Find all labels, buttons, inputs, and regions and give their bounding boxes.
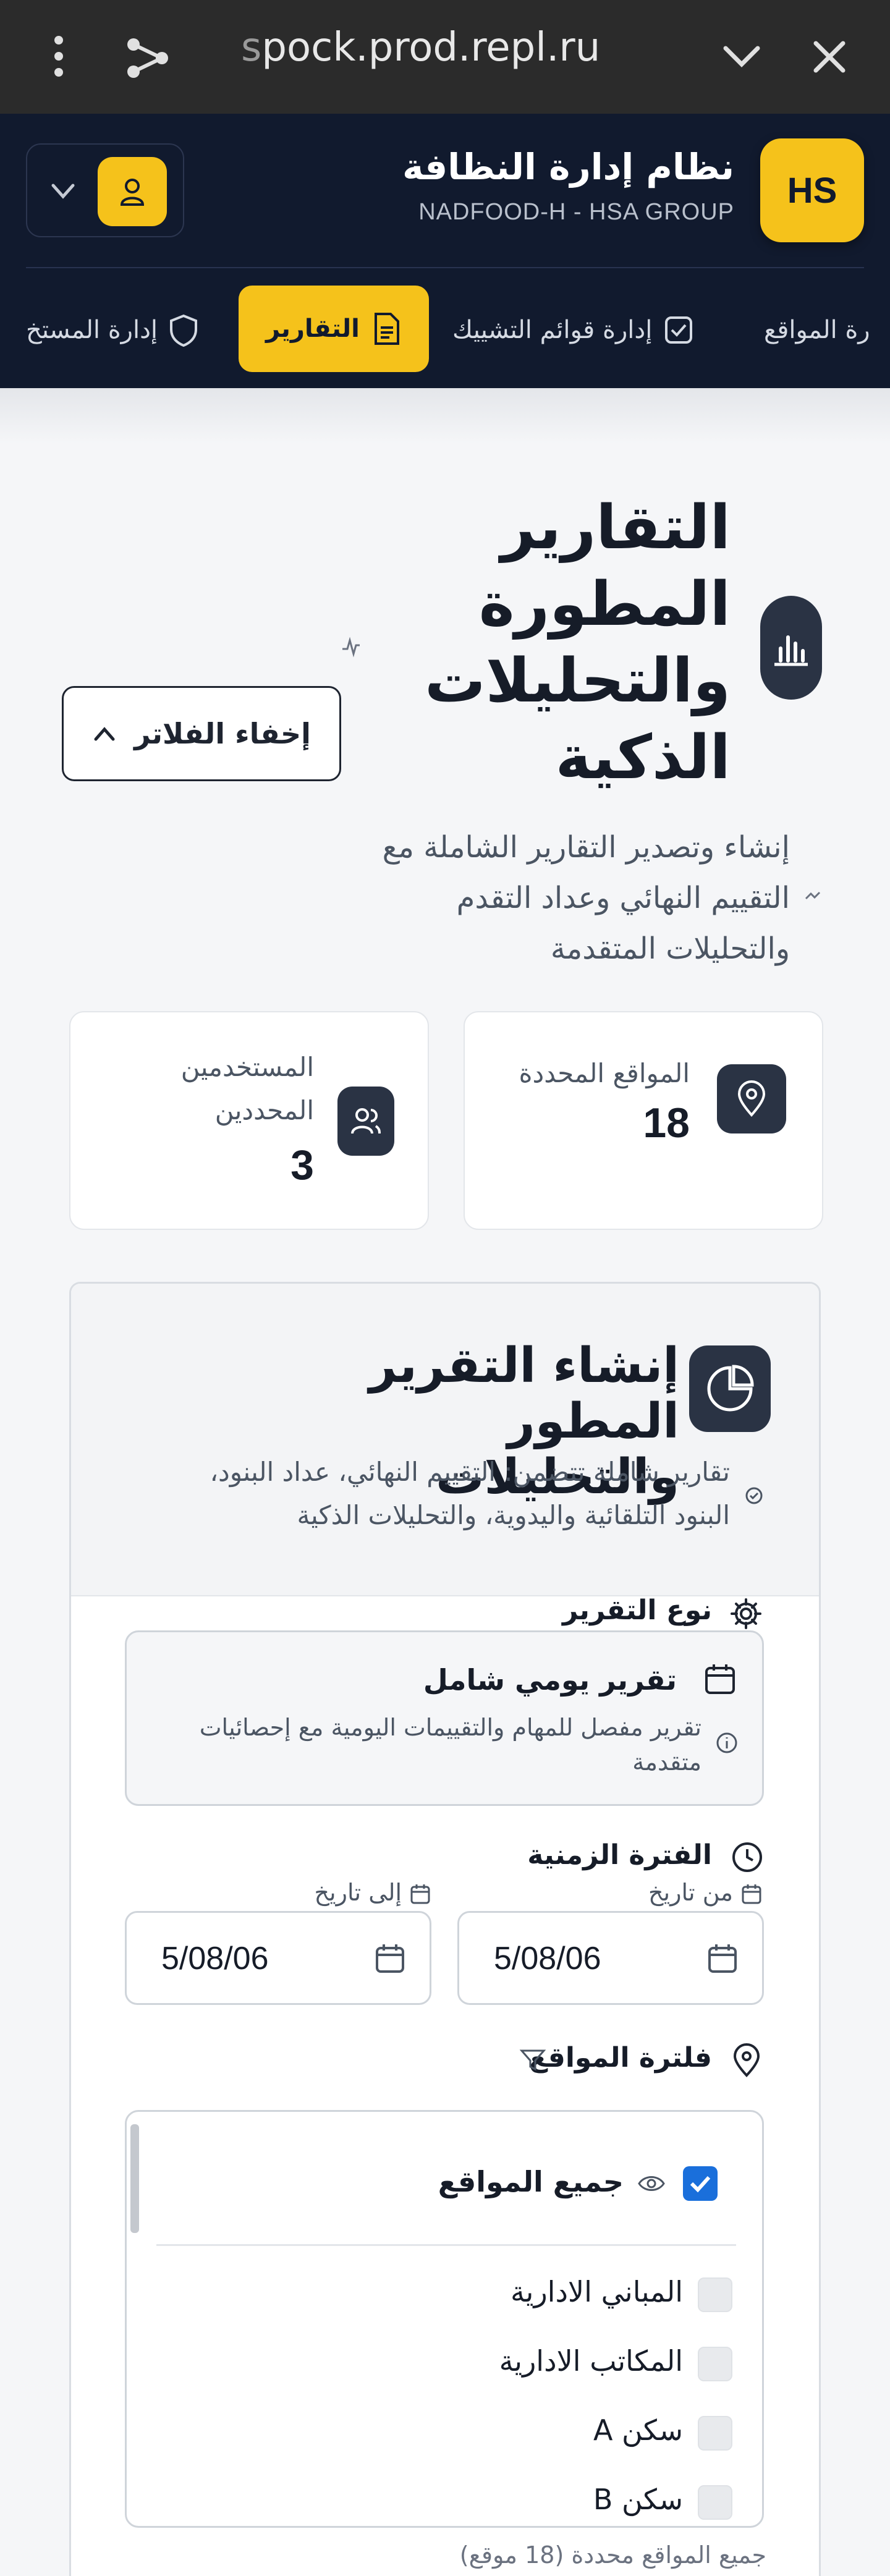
- nav-item-sites[interactable]: رة المواقع: [764, 287, 870, 373]
- eye-icon: [638, 2176, 665, 2191]
- chart-bar-icon: [760, 596, 822, 700]
- desc-line: تقرير مفصل للمهام والتقييمات اليومية مع …: [199, 1714, 701, 1741]
- page-description: إنشاء وتصدير التقارير الشاملة مع التقييم…: [357, 822, 790, 974]
- header-shadow: [0, 388, 890, 444]
- calendar-icon: [410, 1884, 430, 1904]
- calendar-icon: [742, 1884, 761, 1904]
- chevron-down-icon[interactable]: [722, 43, 761, 70]
- stat-label: المواقع المحددة: [519, 1058, 690, 1088]
- users-icon: [337, 1087, 394, 1156]
- nav-item-reports[interactable]: التقارير: [239, 286, 429, 372]
- check-circle-icon: [745, 1487, 763, 1504]
- desc-line: تقارير شاملة تتضمن: التقييم النهائي، عدا…: [210, 1457, 730, 1487]
- site-checkbox[interactable]: [698, 2347, 732, 2381]
- stat-card-users: المستخدمين المحددين 3: [69, 1011, 429, 1230]
- calendar-icon: [705, 1664, 735, 1694]
- report-type-option[interactable]: تقرير يومي شامل تقرير مفصل للمهام والتقي…: [125, 1630, 764, 1806]
- more-options-icon[interactable]: [54, 36, 64, 84]
- app-subtitle: NADFOOD-H - HSA GROUP: [418, 199, 734, 225]
- trend-icon: [805, 891, 821, 900]
- nav-item-users[interactable]: إدارة المستخ: [26, 287, 198, 373]
- stat-label-line: المستخدمين: [180, 1052, 314, 1082]
- nav-label: إدارة المستخ: [26, 316, 158, 344]
- site-label: المباني الادارية: [510, 2275, 683, 2308]
- clock-icon: [732, 1842, 762, 1872]
- stat-label-line: المحددين: [214, 1095, 314, 1125]
- panel-description: تقارير شاملة تتضمن: التقييم النهائي، عدا…: [149, 1451, 730, 1537]
- stat-label: المستخدمين المحددين: [153, 1046, 314, 1132]
- page-title-line: المطورة: [478, 569, 731, 640]
- page-title-line: التقارير: [501, 493, 731, 563]
- pie-chart-icon: [689, 1345, 771, 1432]
- report-type-name: تقرير يومي شامل: [423, 1663, 677, 1697]
- site-label: سكن A: [593, 2413, 683, 2447]
- page-title-line: والتحليلات: [425, 646, 731, 716]
- site-label: المكاتب الادارية: [499, 2344, 683, 2378]
- nav-label: التقارير: [266, 315, 360, 343]
- chevron-up-icon: [94, 727, 115, 741]
- hide-filters-label: إخفاء الفلاتر: [134, 717, 311, 750]
- stat-card-sites: المواقع المحددة 18: [464, 1011, 823, 1230]
- desc-line: البنود التلقائية واليدوية، والتحليلات ال…: [297, 1500, 730, 1530]
- gear-icon: [731, 1598, 761, 1629]
- document-icon: [374, 313, 399, 345]
- calendar-icon[interactable]: [706, 1943, 739, 1975]
- shield-icon: [170, 314, 198, 347]
- user-menu[interactable]: [26, 143, 184, 237]
- from-date-value: 5/08/06: [494, 1941, 601, 1976]
- site-checkbox[interactable]: [698, 2416, 732, 2451]
- sites-list[interactable]: جميع المواقع المباني الادارية المكاتب ال…: [125, 2110, 764, 2528]
- app-title: نظام إدارة النظافة: [402, 146, 734, 188]
- sites-filter-label: فلترة المواقع: [528, 2042, 712, 2074]
- desc-line: متقدمة: [632, 1748, 701, 1776]
- scrollbar[interactable]: [130, 2124, 139, 2233]
- desc-line: والتحليلات المتقدمة: [550, 931, 790, 966]
- info-icon: [716, 1732, 737, 1753]
- panel-title-line: إنشاء التقرير المطور: [368, 1338, 679, 1449]
- user-avatar-button[interactable]: [98, 157, 167, 226]
- all-sites-label: جميع المواقع: [438, 2165, 624, 2198]
- nav-item-checklists[interactable]: إدارة قوائم التشييك: [452, 287, 694, 373]
- browser-toolbar: spock.prod.repl.ru: [0, 0, 890, 114]
- all-sites-checkbox[interactable]: [683, 2166, 718, 2201]
- chevron-down-icon[interactable]: [49, 179, 77, 204]
- divider: [156, 2244, 736, 2246]
- period-label: الفترة الزمنية: [527, 1839, 712, 1871]
- site-checkbox[interactable]: [698, 2485, 732, 2520]
- activity-icon: [342, 637, 360, 658]
- desc-line: إنشاء وتصدير التقارير الشاملة مع: [382, 830, 790, 865]
- map-pin-icon: [717, 1064, 786, 1133]
- selected-sites-note: جميع المواقع محددة (18 موقع): [459, 2541, 766, 2569]
- header-divider: [26, 267, 864, 268]
- to-date-input[interactable]: 5/08/06: [125, 1911, 431, 2005]
- page-title: التقارير المطورة والتحليلات الذكية: [409, 489, 731, 796]
- stat-value: 18: [643, 1099, 690, 1146]
- to-date-value: 5/08/06: [161, 1941, 269, 1976]
- to-date-label: إلى تاريخ: [314, 1879, 402, 1906]
- page-title-line: الذكية: [555, 722, 731, 793]
- hide-filters-button[interactable]: إخفاء الفلاتر: [62, 686, 341, 781]
- app-header: HS نظام إدارة النظافة NADFOOD-H - HSA GR…: [0, 114, 890, 388]
- map-pin-icon: [733, 2043, 760, 2077]
- user-icon: [120, 179, 145, 206]
- close-icon[interactable]: [812, 40, 847, 74]
- nav-label: رة المواقع: [764, 316, 870, 344]
- report-type-description: تقرير مفصل للمهام والتقييمات اليومية مع …: [170, 1710, 701, 1779]
- report-type-label: نوع التقرير: [562, 1595, 712, 1626]
- calendar-icon[interactable]: [374, 1943, 406, 1975]
- desc-line: التقييم النهائي وعداد التقدم: [456, 881, 790, 915]
- site-label: سكن B: [593, 2483, 683, 2516]
- stat-value: 3: [290, 1142, 314, 1188]
- checkbox-icon: [665, 316, 693, 344]
- nav-label: إدارة قوائم التشييك: [452, 316, 653, 344]
- url-bar[interactable]: spock.prod.repl.ru: [241, 25, 600, 70]
- from-date-input[interactable]: 5/08/06: [457, 1911, 764, 2005]
- panel-header: إنشاء التقرير المطور والتحليلات تقارير ش…: [71, 1284, 819, 1596]
- filter-icon[interactable]: [519, 2048, 546, 2073]
- share-icon[interactable]: [124, 35, 171, 82]
- from-date-label: من تاريخ: [648, 1879, 733, 1906]
- site-checkbox[interactable]: [698, 2277, 732, 2312]
- logo: HS: [760, 138, 864, 242]
